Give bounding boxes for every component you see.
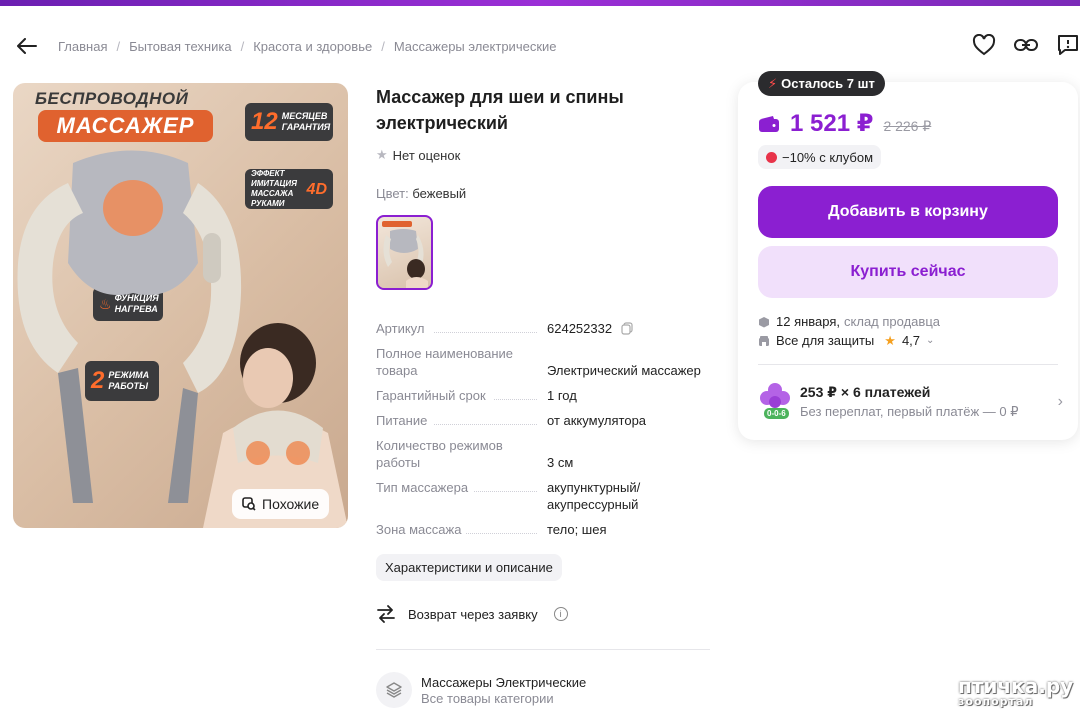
spec-leader <box>466 533 537 534</box>
installment-subtitle: Без переплат, первый платёж — 0 ₽ <box>800 404 1019 419</box>
divider <box>758 364 1058 365</box>
box-icon <box>759 316 769 327</box>
club-icon <box>766 151 777 163</box>
spec-key: Тип массажера <box>376 480 469 495</box>
category-stack-icon <box>376 672 412 708</box>
color-value: бежевый <box>412 186 467 201</box>
spec-value: 3 см <box>547 455 574 470</box>
add-to-cart-button[interactable]: Добавить в корзину <box>758 186 1058 238</box>
effect-badge: ЭФФЕКТ ИМИТАЦИЯ МАССАЖА РУКАМИ 4D <box>245 169 333 209</box>
seller-rating: 4,7 <box>901 333 921 348</box>
spec-value: тело; шея <box>547 522 607 537</box>
back-arrow-icon[interactable] <box>16 35 38 57</box>
spec-key: Питание <box>376 413 428 428</box>
breadcrumb: Главная / Бытовая техника / Красота и зд… <box>16 34 557 58</box>
spec-row: Гарантийный срок 1 год <box>376 387 710 404</box>
spec-value: от аккумулятора <box>547 413 647 428</box>
spec-row: Полное наименование товара Электрический… <box>376 345 710 379</box>
spec-row: Питание от аккумулятора <box>376 412 710 429</box>
spec-leader <box>434 424 537 425</box>
photo-caption-wireless: БЕСПРОВОДНОЙ <box>35 89 189 108</box>
warranty-badge: 12 МЕСЯЦЕВ ГАРАНТИЯ <box>245 103 333 141</box>
spec-key: Зона массажа <box>376 522 462 537</box>
installment-plan[interactable]: 0-0-6 253 ₽ × 6 платежей Без переплат, п… <box>758 382 1063 422</box>
return-policy[interactable]: Возврат через заявку i <box>376 605 568 623</box>
star-icon: ★ <box>884 333 896 348</box>
spec-value: 624252332 <box>547 321 613 336</box>
spec-key: Гарантийный срок <box>376 388 486 403</box>
shop-icon <box>759 335 769 346</box>
spec-value: Электрический массажер <box>547 363 701 378</box>
product-info: Массажер для шеи и спины электрический ★… <box>376 84 710 708</box>
breadcrumb-item[interactable]: Красота и здоровье <box>253 39 372 54</box>
product-photo[interactable]: БЕСПРОВОДНОЙ МАССАЖЕР 12 МЕСЯЦЕВ ГАРАНТИ… <box>13 83 348 528</box>
top-accent-bar <box>0 0 1080 6</box>
chevron-right-icon: › <box>1057 393 1063 410</box>
seller-name[interactable]: Все для защиты <box>776 331 874 350</box>
delivery-date: 12 января, <box>776 314 841 329</box>
lightning-icon: ⚡ <box>768 75 778 91</box>
wallet-icon <box>759 115 779 132</box>
category-subtitle: Все товары категории <box>421 690 554 706</box>
category-link[interactable]: Массажеры Электрические Все товары катег… <box>376 672 586 708</box>
delivery-source[interactable]: склад продавца <box>844 312 940 331</box>
product-title: Массажер для шеи и спины электрический <box>376 87 624 133</box>
breadcrumb-item[interactable]: Массажеры электрические <box>394 39 557 54</box>
specs-description-button[interactable]: Характеристики и описание <box>376 554 562 581</box>
return-text: Возврат через заявку <box>408 606 538 622</box>
top-actions <box>972 33 1080 57</box>
spec-row: Зона массажа тело; шея <box>376 521 710 538</box>
category-title: Массажеры Электрические <box>421 674 587 690</box>
spec-row: Тип массажера акупунктурный/ акупрессурн… <box>376 479 710 513</box>
breadcrumb-item[interactable]: Бытовая техника <box>129 39 231 54</box>
thumbnail-image <box>382 221 428 288</box>
spec-leader <box>494 399 537 400</box>
spec-value: 1 год <box>547 388 577 403</box>
stock-badge: ⚡ Осталось 7 шт <box>758 71 885 96</box>
report-icon[interactable] <box>1056 33 1080 57</box>
breadcrumb-item[interactable]: Главная <box>58 39 107 54</box>
divider <box>376 649 710 650</box>
star-icon: ★ <box>376 147 388 162</box>
link-icon[interactable] <box>1014 33 1038 57</box>
price-row: 1 521 ₽ 2 226 ₽ <box>758 109 931 138</box>
heart-icon[interactable] <box>972 33 996 57</box>
spec-value: акупунктурный/ акупрессурный <box>547 480 641 512</box>
copy-icon[interactable] <box>621 322 633 335</box>
color-label: Цвет: <box>376 186 409 201</box>
installment-tag: 0-0-6 <box>764 408 789 419</box>
spec-leader <box>474 491 537 492</box>
color-variant-thumbnail[interactable] <box>376 215 433 290</box>
delivery-info: 12 января, склад продавца Все для защиты… <box>758 312 940 350</box>
buy-now-button[interactable]: Купить сейчас <box>758 246 1058 298</box>
breadcrumb-separator: / <box>240 38 245 54</box>
info-icon[interactable]: i <box>553 607 568 621</box>
similar-button[interactable]: Похожие <box>232 489 330 519</box>
price: 1 521 ₽ <box>790 110 874 137</box>
breadcrumb-separator: / <box>381 38 385 54</box>
spec-row: Артикул 624252332 <box>376 320 710 337</box>
spec-key: Количество режимов работы <box>376 438 503 470</box>
rating-text: Нет оценок <box>392 147 461 163</box>
breadcrumb-separator: / <box>116 38 121 54</box>
installment-title: 253 ₽ × 6 платежей <box>800 384 931 400</box>
chevron-down-icon[interactable]: ⌄ <box>926 331 934 350</box>
photo-caption-massager: МАССАЖЕР <box>38 110 213 142</box>
similar-search-icon <box>242 497 256 511</box>
buy-box: 1 521 ₽ 2 226 ₽ −10% с клубом Добавить в… <box>738 82 1078 440</box>
spec-leader <box>434 332 537 333</box>
spec-key: Артикул <box>376 321 425 336</box>
clover-icon: 0-0-6 <box>758 382 792 422</box>
specs-list: Артикул 624252332 Полное наименование то… <box>376 320 710 546</box>
color-row: Цвет: бежевый <box>376 186 466 201</box>
spec-key: Полное наименование товара <box>376 346 514 378</box>
old-price: 2 226 ₽ <box>883 118 932 134</box>
watermark: птичка.ру зоопортал <box>958 674 1074 708</box>
return-arrows-icon <box>377 605 395 623</box>
club-discount[interactable]: −10% с клубом <box>758 145 882 169</box>
spec-row: Количество режимов работы 3 см <box>376 437 710 471</box>
rating[interactable]: ★ Нет оценок <box>376 147 710 163</box>
